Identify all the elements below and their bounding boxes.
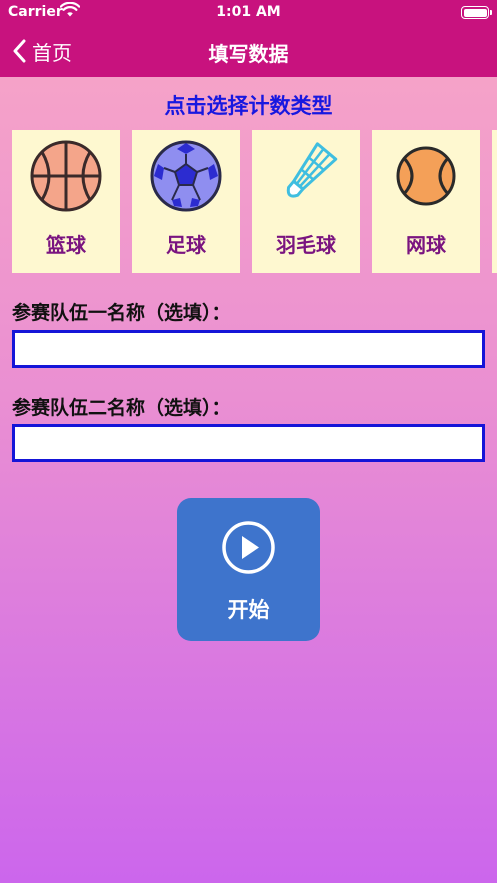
sport-card-basketball[interactable]: 篮球 (12, 130, 120, 273)
sport-card-soccer[interactable]: 足球 (132, 130, 240, 273)
sport-label: 篮球 (46, 233, 86, 257)
navigation-bar: 首页 填写数据 (0, 26, 497, 77)
top-bar: Carrier 1:01 AM 首页 填写数据 (0, 0, 497, 77)
basketball-icon (30, 140, 102, 212)
shuttlecock-icon (286, 142, 338, 198)
team1-name-input[interactable] (12, 330, 485, 368)
team2-name-input[interactable] (12, 424, 485, 462)
section-title: 点击选择计数类型 (164, 94, 333, 118)
sport-card-badminton[interactable]: 羽毛球 (252, 130, 360, 273)
sport-label: 网球 (406, 233, 446, 257)
play-circle-icon (222, 521, 275, 574)
soccer-ball-icon (150, 140, 222, 212)
sport-card-partial[interactable] (492, 130, 497, 273)
status-time: 1:01 AM (216, 4, 281, 20)
start-button[interactable]: 开始 (177, 498, 320, 641)
page-title: 填写数据 (208, 42, 289, 66)
team2-label: 参赛队伍二名称（选填）： (12, 397, 231, 419)
battery-icon (461, 6, 492, 19)
sport-label: 羽毛球 (276, 233, 336, 257)
sport-label: 足球 (166, 233, 206, 257)
team1-label: 参赛队伍一名称（选填）： (12, 302, 231, 324)
tennis-ball-icon (396, 146, 456, 206)
status-bar: Carrier 1:01 AM (0, 0, 497, 26)
sport-card-tennis[interactable]: 网球 (372, 130, 480, 273)
sport-type-selector[interactable]: 篮球 足球 羽毛球 网球 (12, 130, 497, 273)
start-label: 开始 (227, 598, 270, 622)
